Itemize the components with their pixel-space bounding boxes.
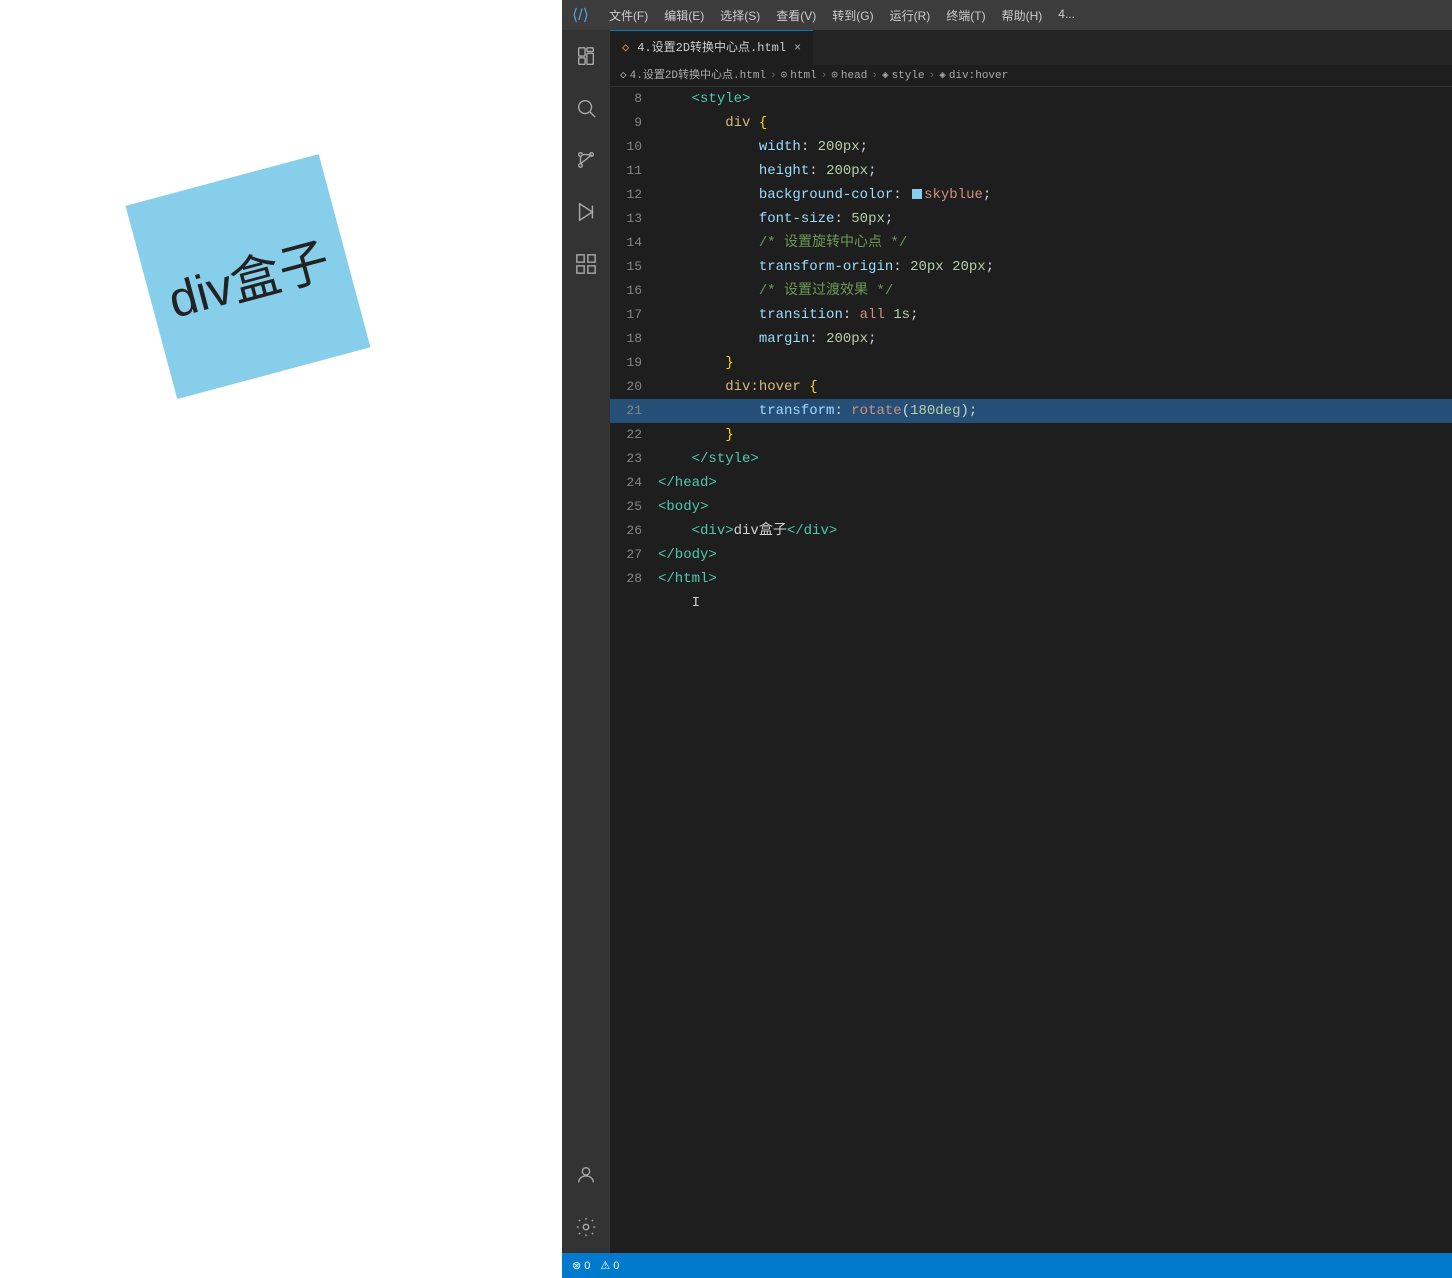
code-line-10: 10 width: 200px; (610, 135, 1452, 159)
cursor-line: I (610, 591, 1452, 615)
run-icon[interactable] (568, 194, 604, 230)
breadcrumb-item-4[interactable]: ◈ style (882, 64, 925, 88)
code-line-21: 21 transform: rotate(180deg); (610, 399, 1452, 423)
settings-icon[interactable] (568, 1209, 604, 1245)
tab-filename: 4.设置2D转换中心点.html (637, 36, 786, 60)
tab-close-button[interactable]: × (794, 36, 801, 60)
code-line-9: 9 div { (610, 111, 1452, 135)
titlebar-menu: 文件(F) 编辑(E) 选择(S) 查看(V) 转到(G) 运行(R) 终端(T… (609, 7, 1075, 24)
code-line-19: 19 } (610, 351, 1452, 375)
code-line-16: 16 /* 设置过渡效果 */ (610, 279, 1452, 303)
code-line-20: 20 div:hover { (610, 375, 1452, 399)
breadcrumb-item-3[interactable]: ⊙ head (831, 64, 867, 88)
div-box-text: div盒子 (159, 221, 336, 333)
code-line-22: 22 } (610, 423, 1452, 447)
explorer-icon[interactable] (568, 38, 604, 74)
search-icon[interactable] (568, 90, 604, 126)
statusbar: ⊗ 0 ⚠ 0 (562, 1253, 1452, 1278)
error-count[interactable]: ⊗ 0 (572, 1259, 590, 1272)
warning-icon: ⚠ (600, 1259, 610, 1272)
code-line-11: 11 height: 200px; (610, 159, 1452, 183)
breadcrumb-item-5[interactable]: ◈ div:hover (939, 64, 1008, 88)
menu-edit[interactable]: 编辑(E) (664, 7, 704, 24)
code-line-24: 24 </head> (610, 471, 1452, 495)
menu-terminal[interactable]: 终端(T) (946, 7, 985, 24)
code-line-28: 28 </html> (610, 567, 1452, 591)
breadcrumb-item-2[interactable]: ⊙ html (781, 64, 817, 88)
code-line-27: 27 </body> (610, 543, 1452, 567)
editor-tab[interactable]: ◇ 4.设置2D转换中心点.html × (610, 30, 813, 65)
code-editor[interactable]: ◇ 4.设置2D转换中心点.html × ◇ 4.设置2D转换中心点.html … (610, 30, 1452, 1278)
activity-bar (562, 30, 610, 1253)
preview-area: div盒子 (0, 0, 562, 1278)
code-line-25: 25 <body> (610, 495, 1452, 519)
code-line-13: 13 font-size: 50px; (610, 207, 1452, 231)
div-box: div盒子 (126, 154, 371, 399)
menu-help[interactable]: 帮助(H) (1002, 7, 1043, 24)
code-line-26: 26 <div>div盒子</div> (610, 519, 1452, 543)
code-line-18: 18 margin: 200px; (610, 327, 1452, 351)
menu-more[interactable]: 4... (1058, 7, 1075, 24)
code-content: 8 <style> 9 div { 10 width: 200px; 11 (610, 87, 1452, 615)
editor-container: ⟨/⟩ 文件(F) 编辑(E) 选择(S) 查看(V) 转到(G) 运行(R) … (562, 0, 1452, 1278)
vscode-icon: ⟨/⟩ (572, 5, 589, 25)
code-line-14: 14 /* 设置旋转中心点 */ (610, 231, 1452, 255)
menu-select[interactable]: 选择(S) (720, 7, 760, 24)
tabbar: ◇ 4.设置2D转换中心点.html × (610, 30, 1452, 65)
menu-view[interactable]: 查看(V) (776, 7, 816, 24)
account-icon[interactable] (568, 1157, 604, 1193)
editor-main: ◇ 4.设置2D转换中心点.html × ◇ 4.设置2D转换中心点.html … (562, 30, 1452, 1278)
code-line-23: 23 </style> (610, 447, 1452, 471)
titlebar: ⟨/⟩ 文件(F) 编辑(E) 选择(S) 查看(V) 转到(G) 运行(R) … (562, 0, 1452, 30)
tab-file-icon: ◇ (622, 36, 629, 60)
menu-goto[interactable]: 转到(G) (832, 7, 873, 24)
extensions-icon[interactable] (568, 246, 604, 282)
error-icon: ⊗ (572, 1259, 581, 1272)
code-line-12: 12 background-color: skyblue; (610, 183, 1452, 207)
code-line-15: 15 transform-origin: 20px 20px; (610, 255, 1452, 279)
code-line-17: 17 transition: all 1s; (610, 303, 1452, 327)
breadcrumb-item-1[interactable]: ◇ 4.设置2D转换中心点.html (620, 64, 766, 88)
warning-count[interactable]: ⚠ 0 (600, 1259, 619, 1272)
source-control-icon[interactable] (568, 142, 604, 178)
code-line-8: 8 <style> (610, 87, 1452, 111)
breadcrumb: ◇ 4.设置2D转换中心点.html › ⊙ html › ⊙ head › ◈… (610, 65, 1452, 87)
menu-file[interactable]: 文件(F) (609, 7, 648, 24)
menu-run[interactable]: 运行(R) (890, 7, 931, 24)
